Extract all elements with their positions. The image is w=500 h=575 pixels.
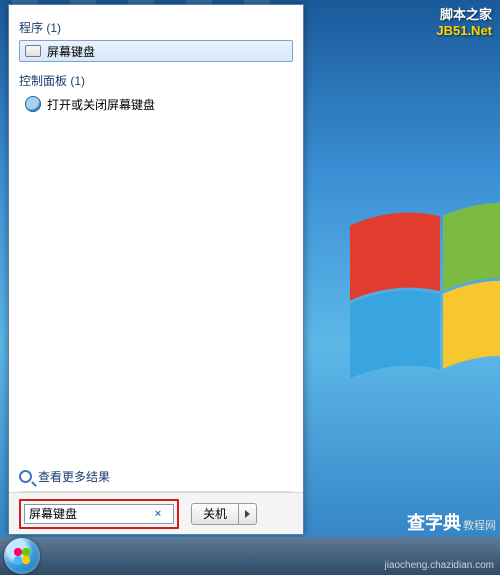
section-header-control-panel: 控制面板 (1) <box>19 72 293 89</box>
result-item-label: 屏幕键盘 <box>47 43 95 60</box>
search-input[interactable] <box>29 507 147 521</box>
search-box-highlight: × <box>19 499 179 529</box>
see-more-results-link[interactable]: 查看更多结果 <box>9 462 303 491</box>
watermark-url: jiaocheng.chazidian.com <box>384 560 494 571</box>
search-results-area: 程序 (1) 屏幕键盘 控制面板 (1) 打开或关闭屏幕键盘 <box>9 5 303 462</box>
result-item-label: 打开或关闭屏幕键盘 <box>47 96 155 113</box>
shutdown-button[interactable]: 关机 <box>191 503 239 525</box>
start-menu-bottom-bar: × 关机 <box>9 492 303 534</box>
result-item-on-screen-keyboard[interactable]: 屏幕键盘 <box>19 40 293 62</box>
keyboard-icon <box>25 45 41 57</box>
section-header-programs: 程序 (1) <box>19 19 293 36</box>
start-menu-search-panel: 程序 (1) 屏幕键盘 控制面板 (1) 打开或关闭屏幕键盘 查看更多结果 × … <box>8 4 304 535</box>
search-icon <box>19 470 32 483</box>
shutdown-split-button: 关机 <box>191 503 257 525</box>
clear-search-icon[interactable]: × <box>151 507 165 521</box>
see-more-label: 查看更多结果 <box>38 468 110 485</box>
control-panel-icon <box>25 96 41 112</box>
search-box[interactable]: × <box>24 504 174 524</box>
shutdown-options-arrow[interactable] <box>239 503 257 525</box>
result-item-toggle-osk[interactable]: 打开或关闭屏幕键盘 <box>19 93 293 115</box>
watermark-bottom-right: 查字典 教程网 <box>407 509 496 535</box>
start-button[interactable] <box>4 538 40 574</box>
watermark-top-right: 脚本之家 JB51.Net <box>436 4 492 38</box>
